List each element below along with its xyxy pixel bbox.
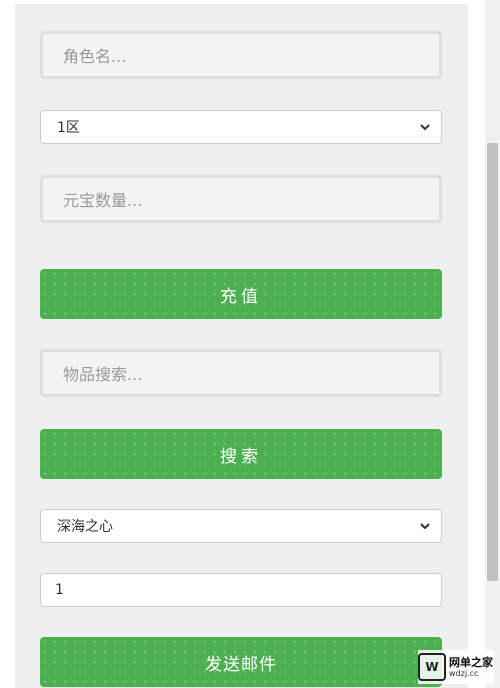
page: 角色名... 1区 元宝数量... 充值 物品搜索... 搜索 深海之心 1 发… [0,0,500,688]
role-name-placeholder: 角色名... [63,47,127,66]
item-search-input[interactable]: 物品搜索... [40,349,442,397]
chevron-down-icon [419,121,431,133]
send-mail-button-label: 发送邮件 [205,654,277,675]
recharge-button-label: 充值 [220,286,262,307]
server-select[interactable]: 1区 [40,110,442,144]
scrollbar-thumb[interactable] [487,143,498,581]
quantity-input[interactable]: 1 [40,573,442,607]
item-search-placeholder: 物品搜索... [63,365,143,384]
server-select-value: 1区 [57,120,80,136]
item-select-value: 深海之心 [57,519,113,535]
quantity-value: 1 [55,582,64,598]
recharge-button[interactable]: 充值 [40,269,442,319]
role-name-input[interactable]: 角色名... [40,31,442,79]
chevron-down-icon [419,520,431,532]
scrollbar-track[interactable] [485,0,500,688]
send-mail-button[interactable]: 发送邮件 [40,637,442,687]
watermark-name: 网单之家 [449,655,493,669]
search-button-label: 搜索 [220,446,262,467]
item-select[interactable]: 深海之心 [40,509,442,543]
watermark-url: wdzj.cc [449,668,479,678]
search-button[interactable]: 搜索 [40,429,442,479]
site-watermark: W 网单之家 wdzj.cc [418,650,494,684]
watermark-logo-icon: W [418,653,446,681]
ingot-amount-placeholder: 元宝数量... [63,191,143,210]
ingot-amount-input[interactable]: 元宝数量... [40,175,442,223]
watermark-logo-letter: W [425,660,439,674]
watermark-text: 网单之家 wdzj.cc [449,657,493,678]
